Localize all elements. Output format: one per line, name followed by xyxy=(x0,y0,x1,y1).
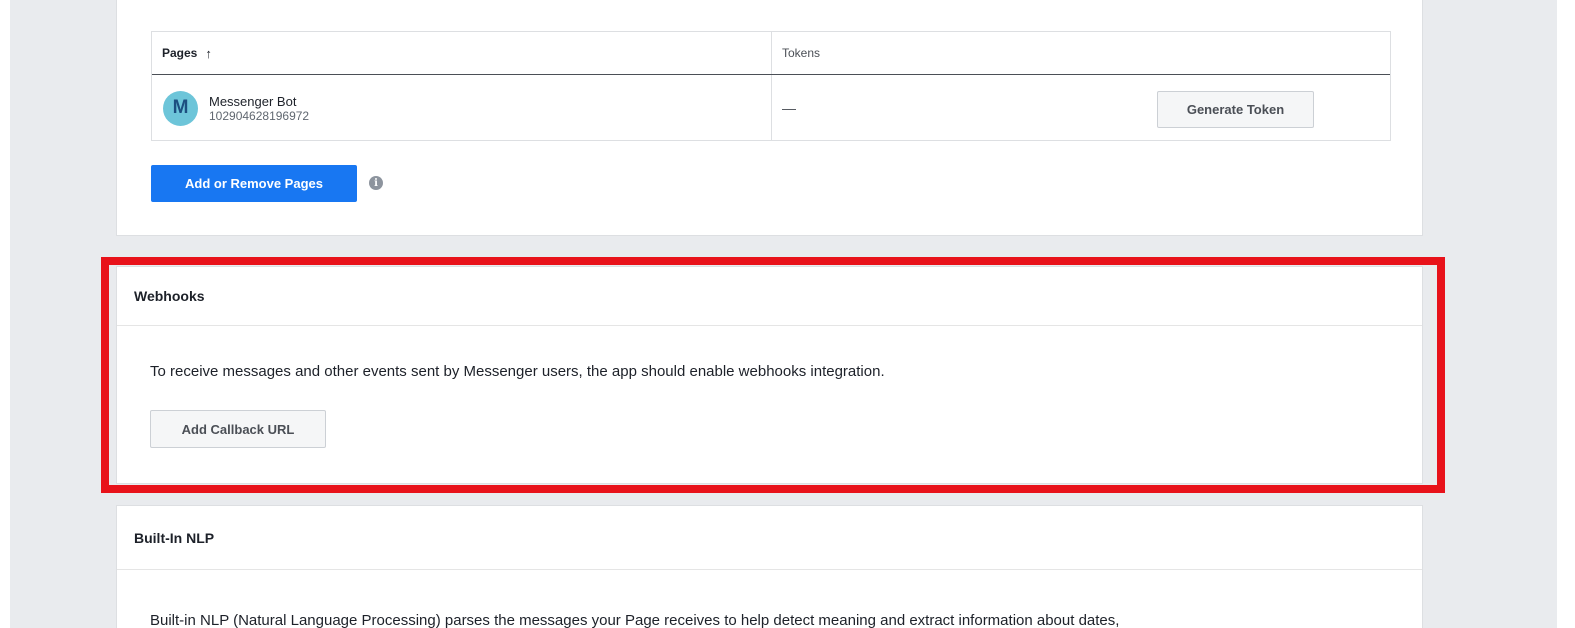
right-margin xyxy=(1557,0,1575,628)
nlp-title: Built-In NLP xyxy=(117,506,1422,570)
nlp-description: Built-in NLP (Natural Language Processin… xyxy=(150,612,1120,628)
page-meta: Messenger Bot 102904628196972 xyxy=(209,94,309,123)
webhooks-card: Webhooks To receive messages and other e… xyxy=(116,266,1423,484)
page-name: Messenger Bot xyxy=(209,93,297,109)
token-cell: — Generate Token xyxy=(772,75,1390,141)
webhooks-description: To receive messages and other events sen… xyxy=(150,363,885,380)
webhooks-title: Webhooks xyxy=(117,267,1422,326)
left-margin xyxy=(0,0,10,628)
column-header-tokens-label: Tokens xyxy=(782,46,821,60)
token-value: — xyxy=(782,100,796,116)
sort-ascending-icon: ↑ xyxy=(205,45,212,61)
add-remove-pages-button[interactable]: Add or Remove Pages xyxy=(151,165,357,202)
generate-token-button[interactable]: Generate Token xyxy=(1157,91,1314,128)
table-header: Pages ↑ Tokens xyxy=(152,32,1390,75)
add-callback-url-button[interactable]: Add Callback URL xyxy=(150,410,326,448)
access-tokens-card: Pages ↑ Tokens M Messenger Bot 102904628… xyxy=(116,0,1423,236)
built-in-nlp-card: Built-In NLP Built-in NLP (Natural Langu… xyxy=(116,505,1423,628)
pages-table: Pages ↑ Tokens M Messenger Bot 102904628… xyxy=(151,31,1391,141)
info-icon[interactable]: i xyxy=(369,176,383,190)
table-row: M Messenger Bot 102904628196972 — Genera… xyxy=(152,75,1390,141)
page-cell: M Messenger Bot 102904628196972 xyxy=(152,75,772,141)
page-avatar: M xyxy=(163,90,198,126)
page-id: 102904628196972 xyxy=(209,108,310,123)
column-header-tokens: Tokens xyxy=(772,32,1390,74)
column-header-pages-label: Pages xyxy=(162,46,198,60)
column-header-pages[interactable]: Pages ↑ xyxy=(152,32,772,74)
